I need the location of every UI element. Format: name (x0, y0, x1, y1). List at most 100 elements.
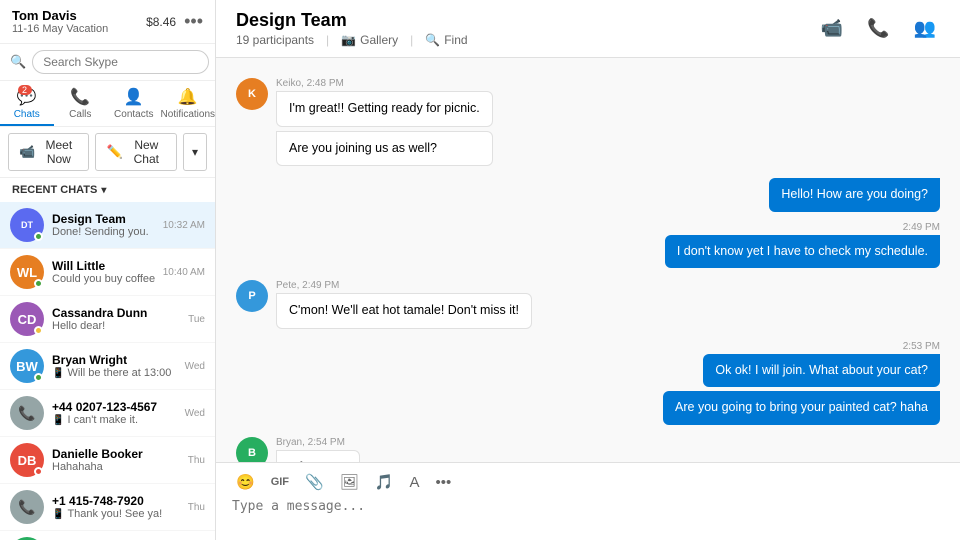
avatar: WL (10, 255, 44, 289)
chat-item-preview: 📱I can't make it. (52, 414, 177, 426)
search-bar: 🔍 ⊞ (0, 44, 215, 81)
format-button[interactable]: A (405, 472, 423, 493)
outgoing-group: 2:49 PM I don't know yet I have to check… (236, 222, 940, 269)
nav-tabs: 💬 2 Chats 📞 Calls 👤 Contacts 🔔 Notificat… (0, 81, 215, 127)
chat-item-meta: Wed (185, 361, 205, 372)
list-item[interactable]: BW Bryan Wright 📱Will be there at 13:00 … (0, 343, 215, 390)
chat-item-meta: Thu (188, 455, 205, 466)
avatar: P (236, 280, 268, 312)
avatar: CD (10, 302, 44, 336)
chat-item-info: Will Little Could you buy coffee for me? (52, 259, 155, 285)
message-group: P Pete, 2:49 PM C'mon! We'll eat hot tam… (236, 280, 940, 329)
message-bubble: Of course! (276, 450, 360, 463)
sidebar-header: Tom Davis 11-16 May Vacation $8.46 ••• (0, 0, 215, 44)
emoji-button[interactable]: 😊 (232, 471, 259, 493)
list-item[interactable]: CD Cassandra Dunn Hello dear! Tue (0, 296, 215, 343)
new-chat-button[interactable]: ✏️ New Chat (95, 133, 176, 171)
search-icon: 🔍 (10, 54, 26, 70)
sidebar: Tom Davis 11-16 May Vacation $8.46 ••• 🔍… (0, 0, 216, 540)
chat-item-preview: 📱Thank you! See ya! (52, 508, 180, 520)
message-bubble: I'm great!! Getting ready for picnic. (276, 91, 493, 127)
meet-now-icon: 📹 (19, 144, 35, 160)
avatar: 📞 (10, 490, 44, 524)
tab-calls-label: Calls (69, 109, 91, 120)
audio-button[interactable]: 🎵 (371, 471, 398, 493)
message-input[interactable] (232, 499, 944, 529)
chat-item-time: Wed (185, 408, 205, 419)
audio-call-button[interactable]: 📞 (863, 14, 893, 43)
chat-item-name: Cassandra Dunn (52, 306, 180, 320)
message-bubble: Ok ok! I will join. What about your cat? (703, 354, 940, 388)
tab-notifications[interactable]: 🔔 Notifications (161, 81, 215, 126)
gallery-link[interactable]: 📷 Gallery (341, 33, 398, 47)
avatar: DT (10, 208, 44, 242)
outgoing-group: Hello! How are you doing? (236, 172, 940, 212)
message-bubble: Are you joining us as well? (276, 131, 493, 167)
gif-button[interactable]: GIF (267, 474, 293, 490)
message-group: B Bryan, 2:54 PM Of course! (236, 437, 940, 463)
chats-badge: 2 (18, 85, 32, 95)
avatar: B (236, 437, 268, 463)
video-call-button[interactable]: 📹 (817, 14, 847, 43)
chat-subtitle: 19 participants | 📷 Gallery | 🔍 Find (236, 33, 468, 47)
avatar: 📞 (10, 396, 44, 430)
notifications-icon: 🔔 (178, 87, 198, 107)
search-input[interactable] (32, 50, 209, 74)
input-toolbar: 😊 GIF 📎 🖼 🎵 A ••• (232, 471, 944, 493)
chat-item-info: Danielle Booker Hahahaha (52, 447, 180, 473)
tab-chats[interactable]: 💬 2 Chats (0, 81, 54, 126)
chat-item-name: Bryan Wright (52, 353, 177, 367)
add-participant-button[interactable]: 👥 (910, 14, 940, 43)
message-bubble: C'mon! We'll eat hot tamale! Don't miss … (276, 293, 532, 329)
tab-chats-label: Chats (14, 109, 40, 120)
chat-item-preview: Hahahaha (52, 461, 180, 473)
outgoing-group: 2:53 PM Ok ok! I will join. What about y… (236, 341, 940, 425)
more-icon[interactable]: ••• (184, 11, 203, 32)
chat-item-time: 10:40 AM (163, 267, 205, 278)
recent-chats-label: RECENT CHATS (12, 184, 97, 196)
list-item[interactable]: KL Kian Lambert Will do that man! Thu (0, 531, 215, 540)
list-item[interactable]: 📞 +1 415-748-7920 📱Thank you! See ya! Th… (0, 484, 215, 531)
chat-item-info: Bryan Wright 📱Will be there at 13:00 (52, 353, 177, 379)
chat-item-meta: Wed (185, 408, 205, 419)
image-button[interactable]: 🖼 (336, 471, 363, 493)
list-item[interactable]: DT Design Team Done! Sending you. 10:32 … (0, 202, 215, 249)
tab-contacts[interactable]: 👤 Contacts (107, 81, 161, 126)
list-item[interactable]: 📞 +44 0207-123-4567 📱I can't make it. We… (0, 390, 215, 437)
find-link[interactable]: 🔍 Find (425, 33, 467, 47)
message-time-label: 2:53 PM (903, 341, 940, 352)
tab-contacts-label: Contacts (114, 109, 153, 120)
avatar: K (236, 78, 268, 110)
list-item[interactable]: DB Danielle Booker Hahahaha Thu (0, 437, 215, 484)
chat-header: Design Team 19 participants | 📷 Gallery … (216, 0, 960, 58)
user-price: $8.46 (146, 15, 176, 29)
more-button[interactable]: ••• (431, 472, 455, 493)
action-buttons: 📹 Meet Now ✏️ New Chat ▾ (0, 127, 215, 178)
phone-small-icon: 📱 (52, 509, 64, 520)
meet-now-label: Meet Now (39, 138, 78, 166)
chat-item-meta: Tue (188, 314, 205, 325)
message-bubble: Are you going to bring your painted cat?… (663, 391, 940, 425)
tab-notifications-label: Notifications (161, 109, 215, 120)
list-item[interactable]: WL Will Little Could you buy coffee for … (0, 249, 215, 296)
calls-icon: 📞 (70, 87, 90, 107)
chat-item-preview: Hello dear! (52, 320, 180, 332)
chat-item-info: Design Team Done! Sending you. (52, 212, 155, 238)
new-chat-icon: ✏️ (106, 144, 122, 160)
new-chat-dropdown[interactable]: ▾ (183, 133, 207, 171)
message-group: K Keiko, 2:48 PM I'm great!! Getting rea… (236, 78, 940, 166)
tab-calls[interactable]: 📞 Calls (54, 81, 108, 126)
attach-button[interactable]: 📎 (301, 471, 328, 493)
header-actions: 📹 📞 👥 (817, 14, 940, 43)
recent-chats-header[interactable]: RECENT CHATS ▾ (0, 178, 215, 202)
chat-item-time: 10:32 AM (163, 220, 205, 231)
meet-now-button[interactable]: 📹 Meet Now (8, 133, 89, 171)
phone-small-icon: 📱 (52, 415, 64, 426)
main-content: Design Team 19 participants | 📷 Gallery … (216, 0, 960, 540)
avatar: BW (10, 349, 44, 383)
chat-item-info: +44 0207-123-4567 📱I can't make it. (52, 400, 177, 426)
chat-item-meta: 10:40 AM (163, 267, 205, 278)
chat-item-name: Will Little (52, 259, 155, 273)
new-chat-label: New Chat (127, 138, 166, 166)
avatar: DB (10, 443, 44, 477)
